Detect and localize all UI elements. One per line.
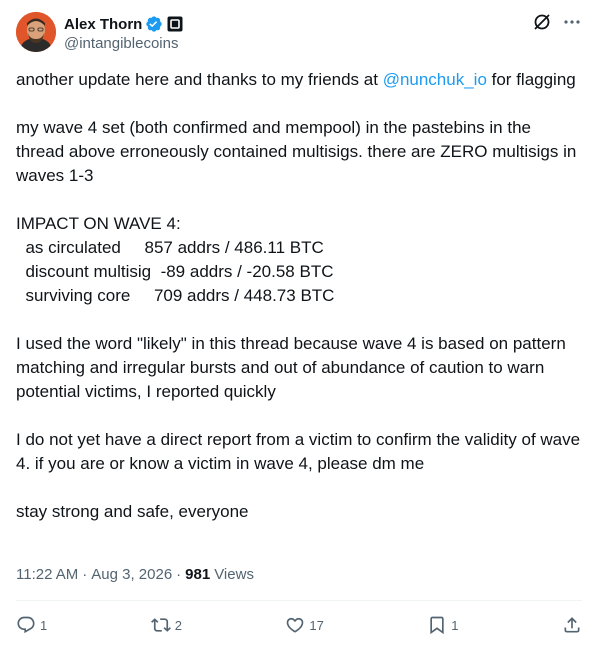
share-icon bbox=[564, 617, 580, 633]
repost-count: 2 bbox=[174, 617, 182, 633]
repost-icon bbox=[150, 618, 171, 632]
tweet-meta: 11:22 AM · Aug 3, 2026 · 981 Views bbox=[16, 564, 254, 584]
name-row: Alex Thorn bbox=[64, 14, 183, 34]
bookmark-icon bbox=[430, 616, 444, 635]
bookmark-button[interactable]: 1 bbox=[427, 615, 459, 635]
share-button[interactable] bbox=[562, 615, 582, 635]
avatar[interactable] bbox=[16, 12, 56, 52]
more-options-icon[interactable] bbox=[562, 12, 582, 32]
views-count[interactable]: 981 bbox=[185, 566, 210, 583]
tweet-paragraph-4: I used the word "likely" in this thread … bbox=[16, 334, 571, 401]
heart-icon bbox=[287, 617, 304, 633]
top-actions bbox=[532, 12, 582, 32]
views-label: Views bbox=[214, 565, 254, 583]
impact-row-discount: discount multisig -89 addrs / -20.58 BTC bbox=[16, 262, 334, 281]
bookmark-count: 1 bbox=[451, 617, 459, 633]
reply-count: 1 bbox=[40, 617, 48, 633]
meta-separator: · bbox=[82, 565, 88, 583]
tweet-paragraph-2: my wave 4 set (both confirmed and mempoo… bbox=[16, 118, 582, 185]
impact-row-surviving: surviving core 709 addrs / 448.73 BTC bbox=[16, 286, 335, 305]
tweet-text: another update here and thanks to my fri… bbox=[16, 68, 582, 524]
action-bar: 1 2 17 1 bbox=[16, 612, 582, 638]
author-handle[interactable]: @intangiblecoins bbox=[64, 35, 183, 52]
divider bbox=[16, 600, 582, 601]
tweet-date[interactable]: Aug 3, 2026 bbox=[91, 566, 172, 583]
mention-link[interactable]: @nunchuk_io bbox=[383, 70, 487, 89]
impact-heading: IMPACT ON WAVE 4: bbox=[16, 214, 181, 233]
tweet-header: Alex Thorn @intangiblecoins bbox=[16, 12, 582, 56]
like-count: 17 bbox=[309, 617, 324, 633]
tweet-time[interactable]: 11:22 AM bbox=[16, 566, 78, 583]
tweet-line1-before: another update here and thanks to my fri… bbox=[16, 70, 383, 89]
like-button[interactable]: 17 bbox=[285, 615, 324, 635]
tweet-paragraph-6: stay strong and safe, everyone bbox=[16, 502, 249, 521]
display-name[interactable]: Alex Thorn bbox=[64, 16, 142, 33]
verified-badge-icon[interactable] bbox=[145, 15, 163, 33]
affiliate-badge-icon[interactable] bbox=[167, 16, 183, 32]
reply-icon bbox=[17, 616, 35, 634]
reply-button[interactable]: 1 bbox=[16, 615, 47, 635]
tweet-paragraph-5: I do not yet have a direct report from a… bbox=[16, 430, 585, 473]
tweet-line1-after: for flagging bbox=[486, 70, 576, 89]
impact-row-circulated: as circulated 857 addrs / 486.11 BTC bbox=[16, 238, 324, 257]
meta-separator: · bbox=[176, 565, 182, 583]
grok-icon[interactable] bbox=[532, 12, 552, 32]
author-names: Alex Thorn @intangiblecoins bbox=[64, 14, 183, 52]
repost-button[interactable]: 2 bbox=[150, 615, 182, 635]
